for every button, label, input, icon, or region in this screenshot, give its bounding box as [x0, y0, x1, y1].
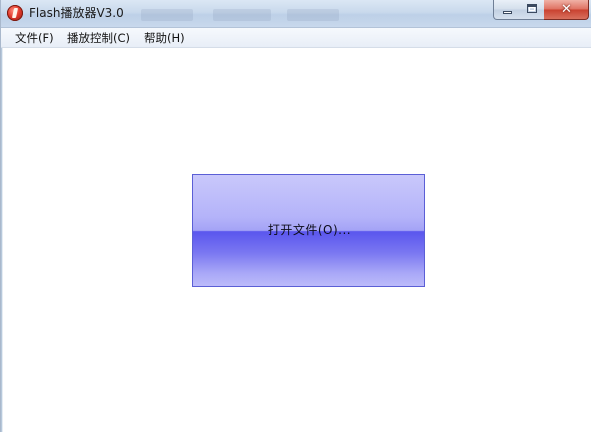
background-blur-decoration	[287, 9, 339, 21]
maximize-icon	[527, 4, 537, 13]
menu-playback-control[interactable]: 播放控制(C)	[65, 30, 132, 46]
menu-help[interactable]: 帮助(H)	[142, 30, 187, 46]
close-icon: ✕	[561, 2, 572, 17]
maximize-button[interactable]	[519, 0, 545, 20]
minimize-icon	[503, 11, 512, 14]
flash-player-icon[interactable]	[7, 5, 23, 21]
minimize-button[interactable]	[493, 0, 520, 20]
window-edge-shadow	[1, 48, 3, 432]
open-file-button-label: 打开文件(O)...	[267, 223, 352, 237]
background-blur-decoration	[141, 9, 193, 21]
app-window: Flash播放器V3.0 ✕ 文件(F) 播放控制(C) 帮助(H) 打开文件(…	[0, 0, 591, 432]
window-title: Flash播放器V3.0	[29, 6, 124, 20]
close-button[interactable]: ✕	[544, 0, 589, 20]
menu-file[interactable]: 文件(F)	[13, 30, 56, 46]
menu-bar: 文件(F) 播放控制(C) 帮助(H)	[1, 28, 591, 48]
title-bar[interactable]: Flash播放器V3.0 ✕	[1, 0, 591, 28]
open-file-button[interactable]: 打开文件(O)...	[192, 174, 425, 287]
background-blur-decoration	[213, 9, 271, 21]
